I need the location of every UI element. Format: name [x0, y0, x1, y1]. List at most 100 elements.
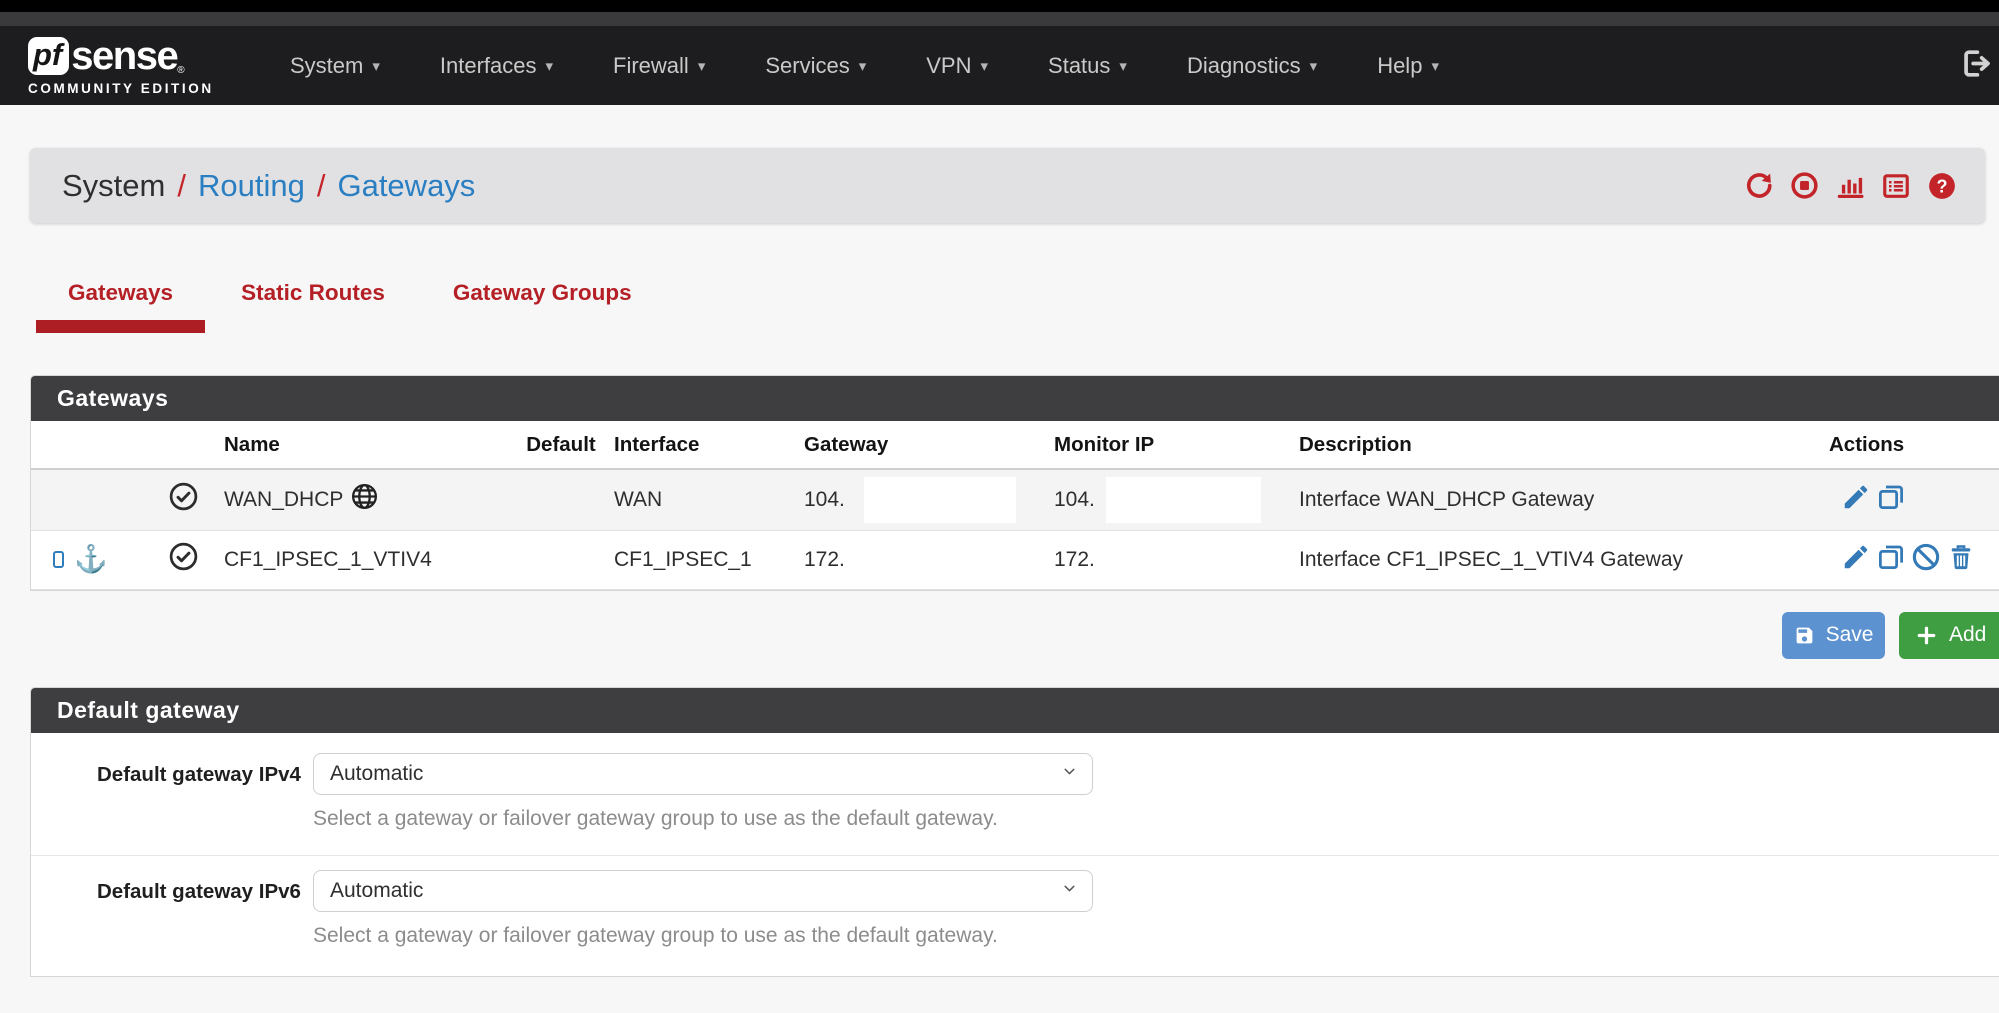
gateway-name-cell: CF1_IPSEC_1_VTIV4 [216, 530, 516, 589]
menu-interfaces-label: Interfaces [440, 53, 537, 79]
caret-down-icon: ▾ [981, 57, 989, 75]
gateway-name: WAN_DHCP [224, 488, 343, 512]
refresh-icon[interactable] [1745, 171, 1774, 200]
default-gateway-ipv6-row: Default gateway IPv6 Automatic Select a … [31, 855, 1999, 976]
logo-sense-text: sense [71, 36, 177, 76]
logo-pf-badge: pf [28, 37, 69, 75]
chevron-down-icon [1061, 879, 1078, 903]
default-gateway-ipv4-select[interactable]: Automatic [313, 753, 1093, 795]
anchor-icon: ⚓ [74, 546, 108, 573]
edit-icon[interactable] [1841, 542, 1871, 578]
check-circle-icon [168, 554, 199, 577]
default-gateway-ipv4-help: Select a gateway or failover gateway gro… [313, 807, 1093, 831]
breadcrumb-separator: / [177, 168, 186, 204]
col-description: Description [1291, 421, 1821, 469]
breadcrumb-bar: System / Routing / Gateways ? [30, 148, 1985, 223]
gateway-status-cell [116, 469, 216, 530]
active-tab-underline [36, 320, 205, 333]
menu-help-label: Help [1377, 53, 1422, 79]
tab-gateways-label: Gateways [68, 280, 173, 320]
caret-down-icon: ▾ [372, 57, 380, 75]
default-gateway-ipv6-select[interactable]: Automatic [313, 870, 1093, 912]
row-select-cell [31, 469, 116, 530]
default-gateway-ipv4-value: Automatic [330, 762, 423, 786]
top-navbar: pf sense ® COMMUNITY EDITION System ▾ In… [0, 26, 1999, 105]
gateway-default-cell [516, 469, 606, 530]
gateway-description-cell: Interface WAN_DHCP Gateway [1291, 469, 1821, 530]
tab-static-routes[interactable]: Static Routes [209, 280, 417, 333]
menu-services-label: Services [765, 53, 849, 79]
window-chrome-strip [0, 12, 1999, 26]
action-buttons-row: Save Add [0, 591, 1999, 687]
menu-vpn-label: VPN [926, 53, 971, 79]
menu-vpn[interactable]: VPN ▾ [896, 53, 1018, 79]
logo-registered-mark: ® [177, 65, 184, 76]
logo-subtitle: COMMUNITY EDITION [28, 81, 218, 96]
gateway-address: 104. [804, 488, 845, 511]
sign-out-icon[interactable] [1959, 46, 1993, 85]
caret-down-icon: ▾ [546, 57, 554, 75]
menu-help[interactable]: Help ▾ [1347, 53, 1469, 79]
gateway-actions-cell [1821, 530, 1999, 589]
col-gateway: Gateway [796, 421, 1046, 469]
globe-icon [350, 482, 379, 517]
menu-diagnostics[interactable]: Diagnostics ▾ [1157, 53, 1347, 79]
bar-chart-icon[interactable] [1835, 171, 1865, 201]
row-select-cell: ⚓ [31, 530, 116, 589]
stop-circle-icon[interactable] [1790, 171, 1819, 200]
log-list-icon[interactable] [1881, 171, 1911, 201]
pfsense-logo[interactable]: pf sense ® COMMUNITY EDITION [28, 36, 218, 96]
col-name: Name [216, 421, 516, 469]
gateway-actions-cell [1821, 469, 1999, 530]
monitor-ip: 104. [1054, 488, 1095, 511]
gateway-status-cell [116, 530, 216, 589]
menu-firewall[interactable]: Firewall ▾ [583, 53, 735, 79]
menu-services[interactable]: Services ▾ [735, 53, 896, 79]
select-checkbox-icon[interactable] [53, 551, 64, 568]
add-button-label: Add [1949, 623, 1986, 647]
tab-static-routes-label: Static Routes [241, 280, 385, 320]
breadcrumb-link-routing[interactable]: Routing [198, 168, 305, 204]
gateway-interface-cell: CF1_IPSEC_1 [606, 530, 796, 589]
copy-icon[interactable] [1876, 482, 1906, 518]
delete-icon[interactable] [1946, 542, 1976, 578]
menu-system[interactable]: System ▾ [260, 53, 410, 79]
save-button-label: Save [1826, 623, 1874, 647]
col-monitor-ip: Monitor IP [1046, 421, 1291, 469]
col-interface: Interface [606, 421, 796, 469]
gateway-default-cell [516, 530, 606, 589]
gateway-name-cell: WAN_DHCP [216, 469, 516, 530]
add-button[interactable]: Add [1899, 612, 1999, 659]
tab-gateway-groups[interactable]: Gateway Groups [421, 280, 664, 333]
col-actions: Actions [1821, 421, 1999, 469]
menu-diagnostics-label: Diagnostics [1187, 53, 1301, 79]
tab-gateways[interactable]: Gateways [36, 280, 205, 333]
menu-system-label: System [290, 53, 363, 79]
menu-interfaces[interactable]: Interfaces ▾ [410, 53, 583, 79]
menu-status[interactable]: Status ▾ [1018, 53, 1157, 79]
default-gateway-ipv4-label: Default gateway IPv4 [31, 753, 313, 787]
main-menu: System ▾ Interfaces ▾ Firewall ▾ Service… [260, 53, 1469, 79]
default-gateway-ipv4-row: Default gateway IPv4 Automatic Select a … [31, 733, 1999, 855]
gateway-description-cell: Interface CF1_IPSEC_1_VTIV4 Gateway [1291, 530, 1821, 589]
breadcrumb-link-gateways[interactable]: Gateways [337, 168, 475, 204]
default-gateway-ipv6-value: Automatic [330, 879, 423, 903]
redaction-box [864, 477, 1016, 523]
disable-icon[interactable] [1911, 542, 1941, 578]
gateway-interface-cell: WAN [606, 469, 796, 530]
help-circle-icon[interactable]: ? [1927, 171, 1957, 201]
default-gateway-ipv6-label: Default gateway IPv6 [31, 870, 313, 904]
breadcrumb-section: System [62, 168, 165, 204]
col-status [116, 421, 216, 469]
edit-icon[interactable] [1841, 482, 1871, 518]
copy-icon[interactable] [1876, 542, 1906, 578]
menu-firewall-label: Firewall [613, 53, 689, 79]
table-row-cf1-ipsec: ⚓ CF1_IPSEC_1_VTIV4 CF1_IPSEC_1 172. 172… [31, 530, 1999, 589]
monitor-ip-cell: 172. [1046, 530, 1291, 589]
default-gateway-panel-title: Default gateway [31, 688, 1999, 733]
save-button[interactable]: Save [1782, 612, 1885, 659]
chevron-down-icon [1061, 762, 1078, 786]
breadcrumb-separator: / [317, 168, 326, 204]
caret-down-icon: ▾ [698, 57, 706, 75]
caret-down-icon: ▾ [1310, 57, 1318, 75]
